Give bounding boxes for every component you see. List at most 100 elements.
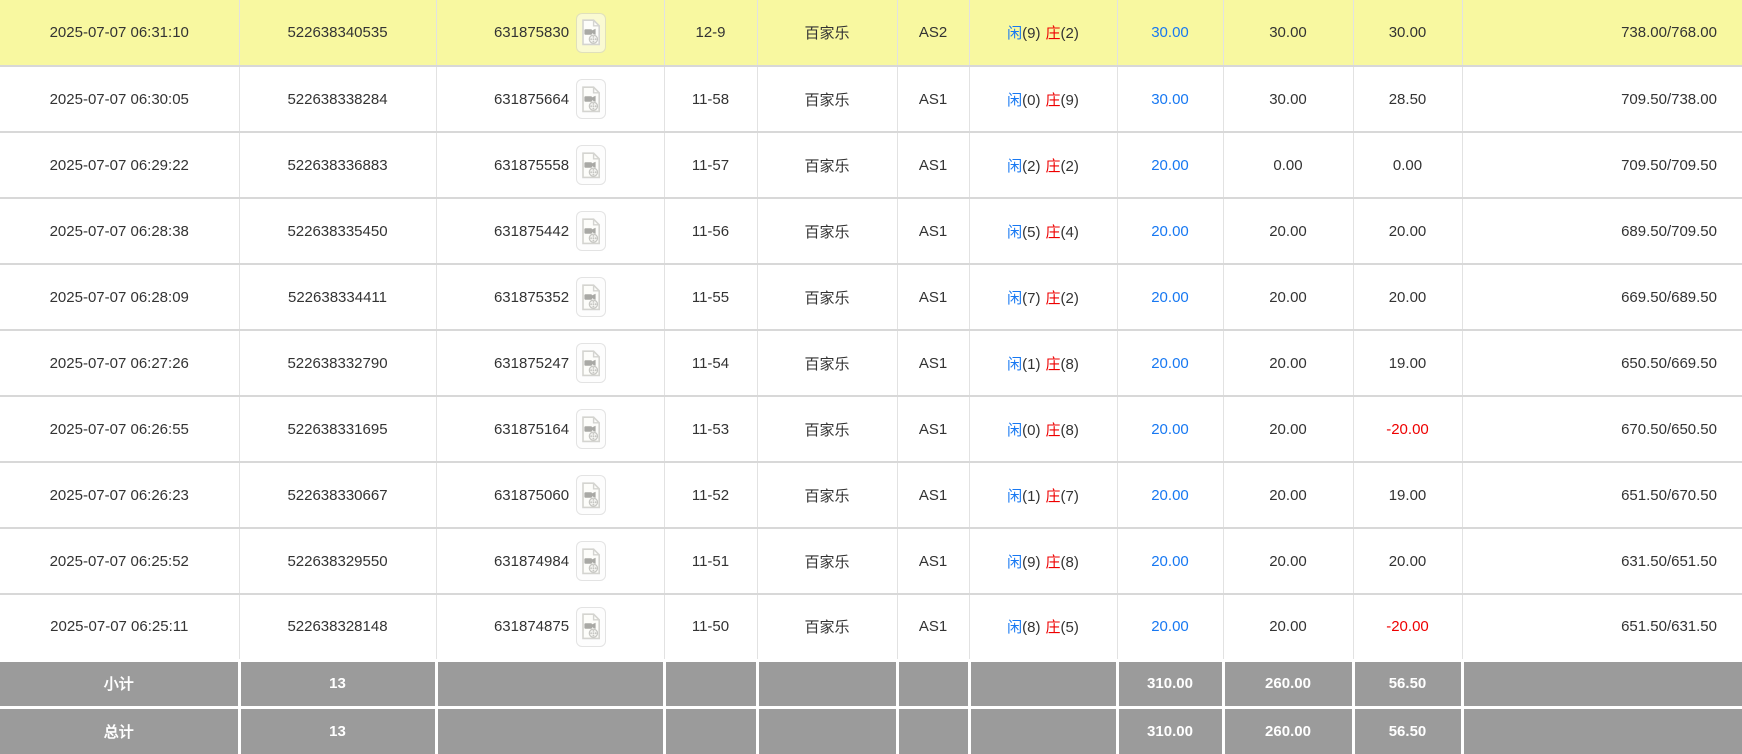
- player-label: 闲: [1007, 92, 1022, 109]
- video-replay-button[interactable]: [576, 211, 606, 251]
- summary-count-cell: 13: [239, 660, 436, 707]
- video-replay-button[interactable]: [576, 475, 606, 515]
- game-type-cell: 百家乐: [757, 594, 897, 660]
- table-row[interactable]: 2025-07-07 06:26:23 522638330667 6318750…: [0, 462, 1742, 528]
- video-icon: [581, 350, 601, 377]
- banker-label: 庄: [1046, 158, 1061, 175]
- player-score: (1): [1022, 488, 1040, 505]
- round-cell: 11-52: [664, 462, 757, 528]
- summary-empty-cell: [757, 707, 897, 754]
- game-type-cell: 百家乐: [757, 198, 897, 264]
- video-cell: 631875558: [436, 132, 664, 198]
- bet-time-cell: 2025-07-07 06:26:55: [0, 396, 239, 462]
- summary-count-cell: 13: [239, 707, 436, 754]
- video-replay-button[interactable]: [576, 409, 606, 449]
- video-cell: 631874875: [436, 594, 664, 660]
- balance-cell: 631.50/651.50: [1462, 528, 1742, 594]
- table-row[interactable]: 2025-07-07 06:27:26 522638332790 6318752…: [0, 330, 1742, 396]
- table-row[interactable]: 2025-07-07 06:25:52 522638329550 6318749…: [0, 528, 1742, 594]
- summary-valid-bet-cell: 260.00: [1223, 660, 1353, 707]
- game-type-cell: 百家乐: [757, 330, 897, 396]
- order-id-cell: 522638328148: [239, 594, 436, 660]
- video-replay-button[interactable]: [576, 541, 606, 581]
- bet-amount-cell: 20.00: [1117, 132, 1223, 198]
- table-row[interactable]: 2025-07-07 06:28:09 522638334411 6318753…: [0, 264, 1742, 330]
- video-cell: 631875060: [436, 462, 664, 528]
- player-label: 闲: [1007, 488, 1022, 505]
- table-row[interactable]: 2025-07-07 06:28:38 522638335450 6318754…: [0, 198, 1742, 264]
- table-row[interactable]: 2025-07-07 06:26:55 522638331695 6318751…: [0, 396, 1742, 462]
- video-id: 631875442: [494, 223, 569, 240]
- summary-empty-cell: [1462, 707, 1742, 754]
- table-id-cell: AS1: [897, 330, 969, 396]
- summary-win-loss-cell: 56.50: [1353, 660, 1462, 707]
- valid-bet-cell: 20.00: [1223, 528, 1353, 594]
- win-loss-cell: 20.00: [1353, 528, 1462, 594]
- player-score: (7): [1022, 290, 1040, 307]
- banker-score: (8): [1061, 554, 1079, 571]
- video-cell: 631875352: [436, 264, 664, 330]
- game-type-cell: 百家乐: [757, 132, 897, 198]
- video-id: 631875830: [494, 24, 569, 41]
- table-row[interactable]: 2025-07-07 06:25:11 522638328148 6318748…: [0, 594, 1742, 660]
- round-cell: 12-9: [664, 0, 757, 66]
- table-body: 2025-07-07 06:31:10 522638340535 6318758…: [0, 0, 1742, 660]
- video-cell: 631875247: [436, 330, 664, 396]
- player-score: (9): [1022, 25, 1040, 42]
- result-cell: 闲(5)庄(4): [969, 198, 1117, 264]
- table-id-cell: AS1: [897, 396, 969, 462]
- bet-time-cell: 2025-07-07 06:31:10: [0, 0, 239, 66]
- summary-empty-cell: [664, 707, 757, 754]
- result-cell: 闲(2)庄(2): [969, 132, 1117, 198]
- player-label: 闲: [1007, 25, 1022, 42]
- video-replay-button[interactable]: [576, 607, 606, 647]
- balance-cell: 651.50/670.50: [1462, 462, 1742, 528]
- banker-label: 庄: [1046, 619, 1061, 636]
- round-cell: 11-51: [664, 528, 757, 594]
- banker-score: (2): [1061, 290, 1079, 307]
- video-id: 631875558: [494, 157, 569, 174]
- video-replay-button[interactable]: [576, 145, 606, 185]
- banker-label: 庄: [1046, 356, 1061, 373]
- order-id-cell: 522638330667: [239, 462, 436, 528]
- bet-time-cell: 2025-07-07 06:27:26: [0, 330, 239, 396]
- table-id-cell: AS1: [897, 594, 969, 660]
- order-id-cell: 522638332790: [239, 330, 436, 396]
- bet-amount-cell: 20.00: [1117, 198, 1223, 264]
- order-id-cell: 522638340535: [239, 0, 436, 66]
- bet-amount-cell: 30.00: [1117, 0, 1223, 66]
- summary-empty-cell: [664, 660, 757, 707]
- balance-cell: 669.50/689.50: [1462, 264, 1742, 330]
- round-cell: 11-53: [664, 396, 757, 462]
- valid-bet-cell: 20.00: [1223, 462, 1353, 528]
- video-replay-button[interactable]: [576, 13, 606, 53]
- game-type-cell: 百家乐: [757, 528, 897, 594]
- video-replay-button[interactable]: [576, 343, 606, 383]
- player-label: 闲: [1007, 356, 1022, 373]
- bet-time-cell: 2025-07-07 06:28:38: [0, 198, 239, 264]
- table-id-cell: AS1: [897, 264, 969, 330]
- result-cell: 闲(0)庄(8): [969, 396, 1117, 462]
- table-row[interactable]: 2025-07-07 06:31:10 522638340535 6318758…: [0, 0, 1742, 66]
- bet-time-cell: 2025-07-07 06:28:09: [0, 264, 239, 330]
- banker-score: (5): [1061, 619, 1079, 636]
- bet-amount-cell: 20.00: [1117, 396, 1223, 462]
- summary-bet-cell: 310.00: [1117, 707, 1223, 754]
- valid-bet-cell: 20.00: [1223, 330, 1353, 396]
- banker-label: 庄: [1046, 554, 1061, 571]
- table-id-cell: AS1: [897, 198, 969, 264]
- table-row[interactable]: 2025-07-07 06:29:22 522638336883 6318755…: [0, 132, 1742, 198]
- bet-time-cell: 2025-07-07 06:26:23: [0, 462, 239, 528]
- table-id-cell: AS1: [897, 66, 969, 132]
- table-row[interactable]: 2025-07-07 06:30:05 522638338284 6318756…: [0, 66, 1742, 132]
- video-id: 631875247: [494, 355, 569, 372]
- summary-label-cell: 小计: [0, 660, 239, 707]
- player-score: (9): [1022, 554, 1040, 571]
- video-replay-button[interactable]: [576, 79, 606, 119]
- banker-score: (9): [1061, 92, 1079, 109]
- video-icon: [581, 218, 601, 245]
- bet-time-cell: 2025-07-07 06:25:52: [0, 528, 239, 594]
- banker-score: (8): [1061, 422, 1079, 439]
- video-replay-button[interactable]: [576, 277, 606, 317]
- banker-label: 庄: [1046, 290, 1061, 307]
